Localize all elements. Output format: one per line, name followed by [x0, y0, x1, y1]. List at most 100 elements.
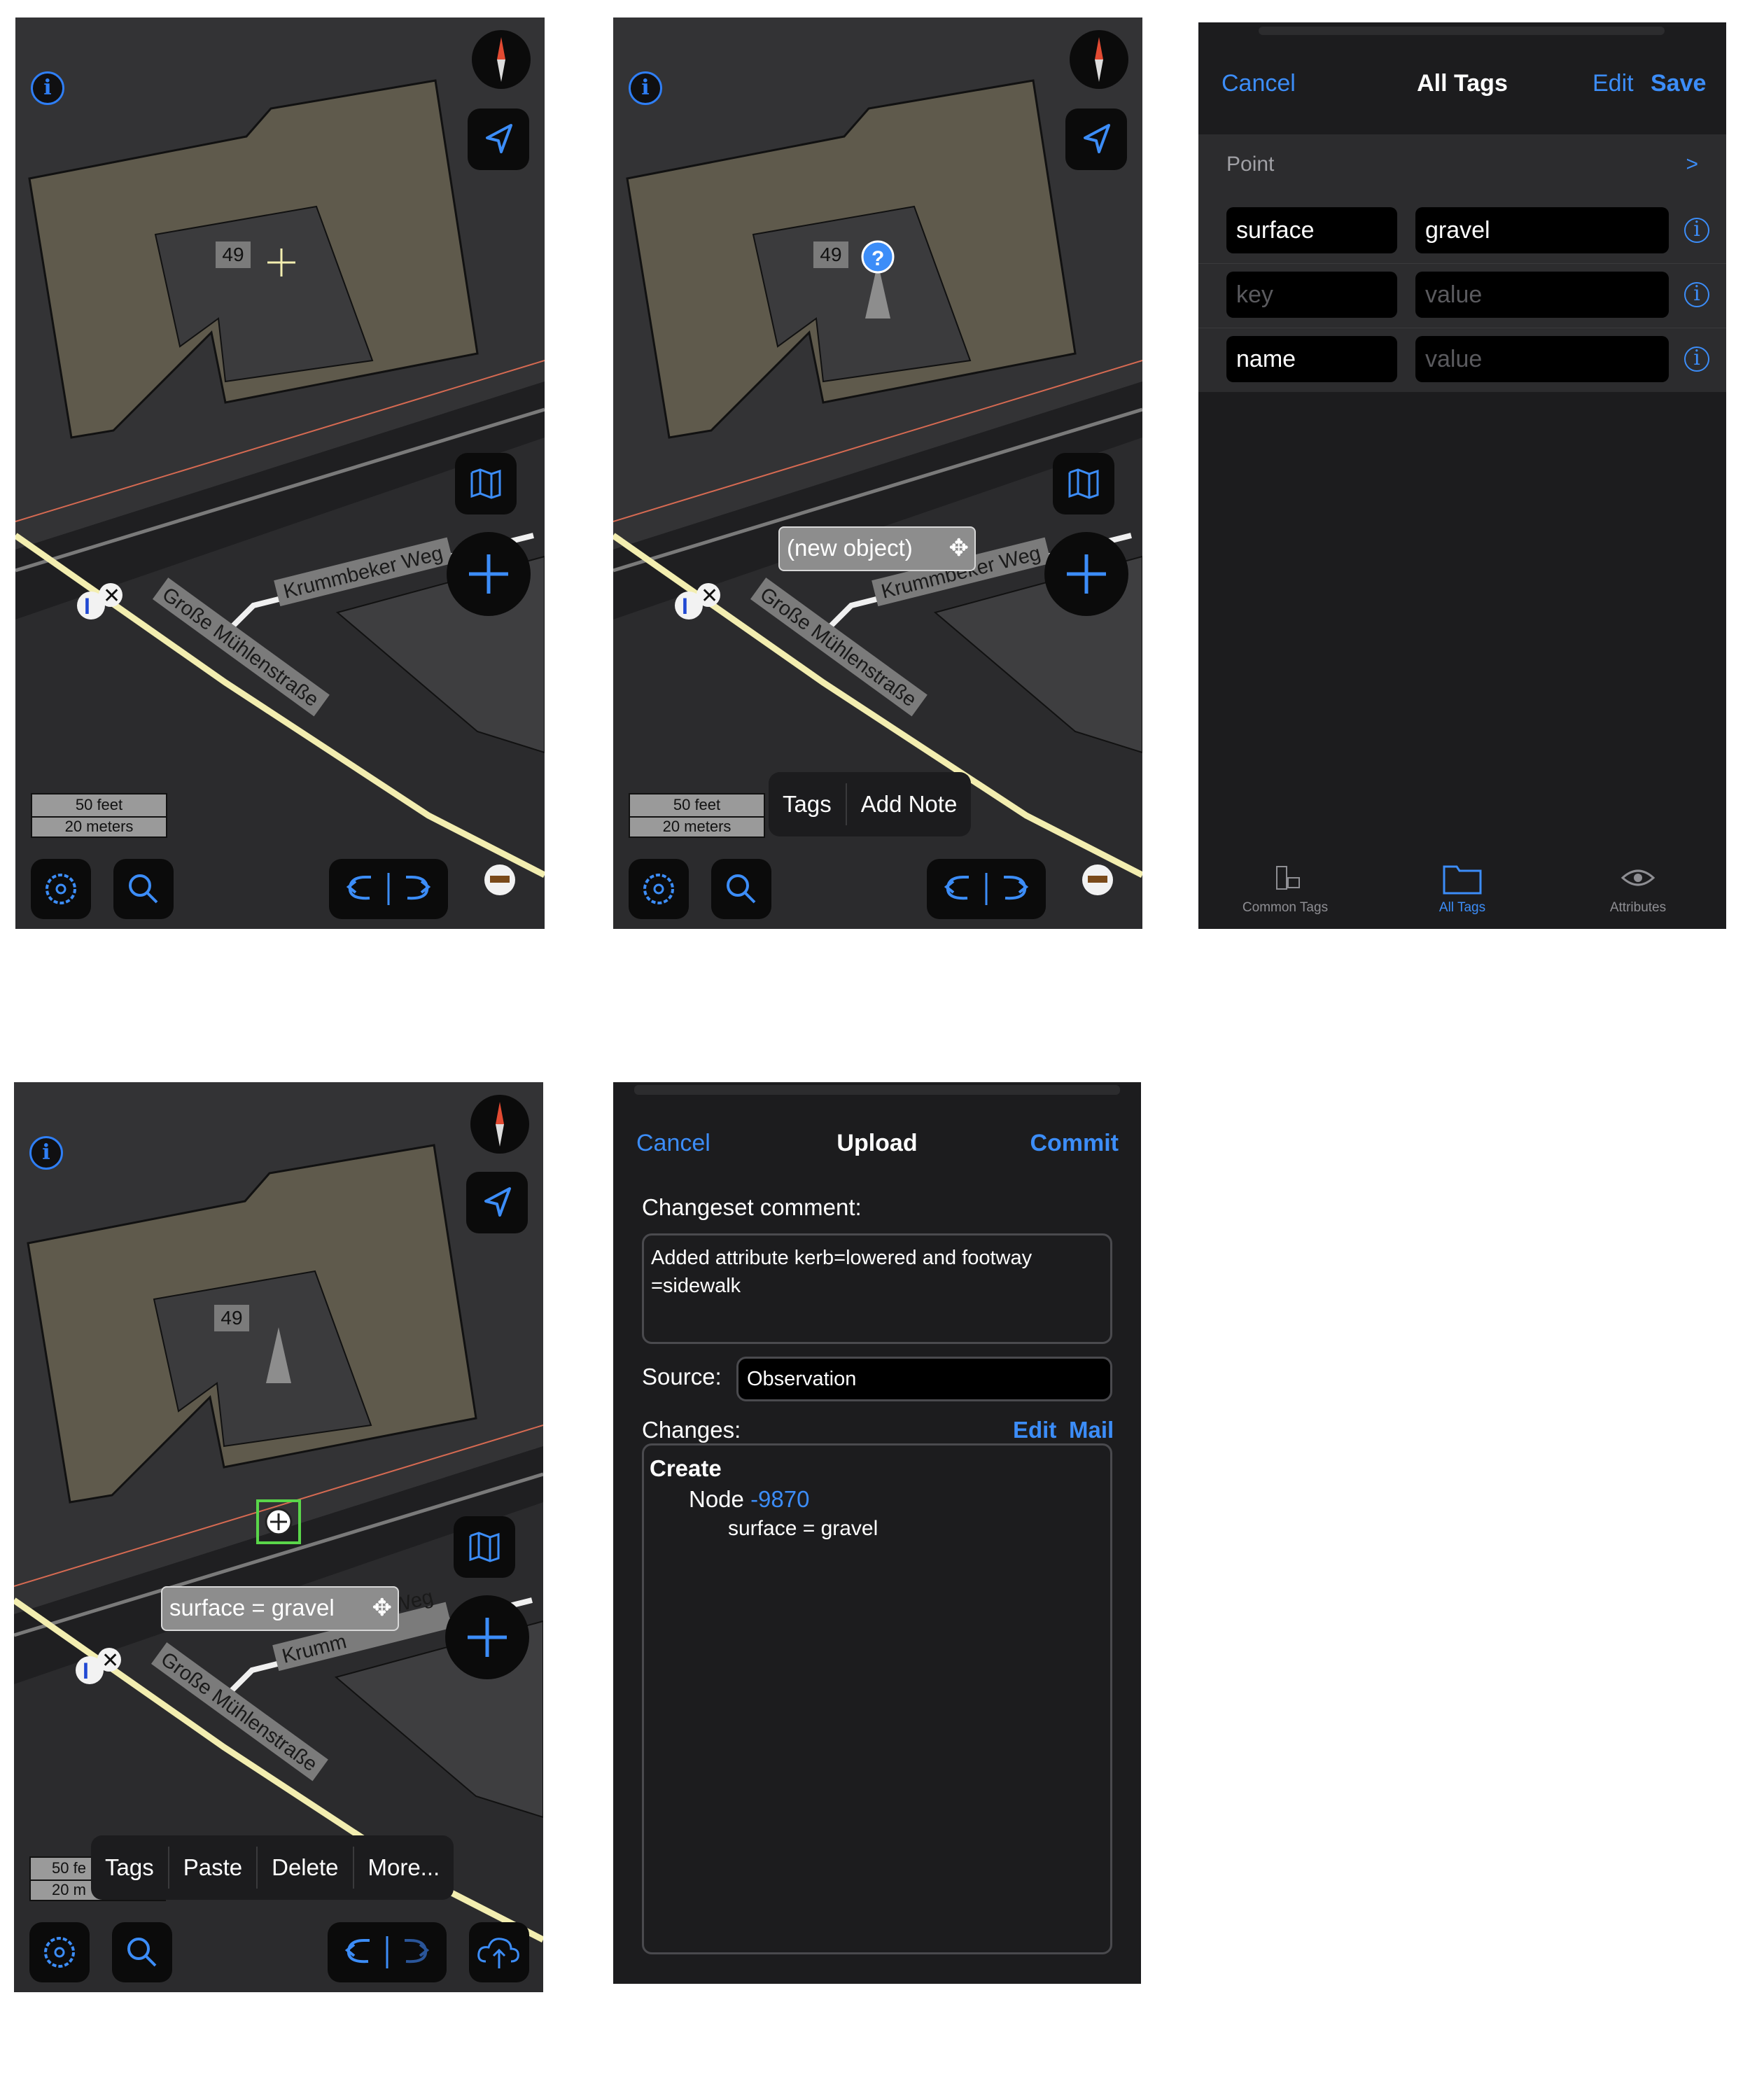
- map-layers-button[interactable]: [454, 1516, 515, 1578]
- context-menu: Tags Paste Delete More...: [91, 1835, 454, 1900]
- search-button[interactable]: [113, 859, 174, 919]
- map-layers-button[interactable]: [1053, 453, 1114, 514]
- locate-button[interactable]: [466, 1172, 528, 1233]
- compass-button[interactable]: [1070, 30, 1128, 89]
- tag-value-field[interactable]: gravel: [1415, 207, 1669, 253]
- undo-redo-control[interactable]: [927, 859, 1046, 919]
- svg-text:I: I: [682, 594, 688, 619]
- map-layers-button[interactable]: [455, 453, 517, 514]
- sheet-grabber: [1259, 27, 1665, 35]
- add-button[interactable]: [445, 1595, 529, 1679]
- tab-attributes[interactable]: Attributes: [1568, 860, 1708, 916]
- tab-all-tags[interactable]: All Tags: [1392, 860, 1532, 916]
- settings-button[interactable]: [29, 1922, 90, 1982]
- page-title: All Tags: [1417, 70, 1508, 97]
- map-screen-1[interactable]: Krummbeker Weg Große Mühlenstraße I ✕ 49…: [15, 18, 545, 929]
- tag-key-field[interactable]: name: [1226, 336, 1397, 382]
- compass-button[interactable]: [472, 30, 531, 89]
- object-label[interactable]: surface = gravel ✥: [161, 1586, 399, 1631]
- search-icon: [127, 1938, 157, 1967]
- object-label-text: (new object): [787, 535, 913, 561]
- menu-item-paste[interactable]: Paste: [169, 1847, 258, 1889]
- undo-icon: [944, 876, 969, 900]
- cloud-upload-icon: [477, 1938, 519, 1968]
- tag-value-field[interactable]: value: [1415, 272, 1669, 318]
- move-icon[interactable]: ✥: [949, 528, 969, 568]
- all-tags-screen: Cancel All Tags Edit Save Point > surfac…: [1198, 22, 1726, 929]
- search-icon: [727, 874, 756, 904]
- new-object-label[interactable]: (new object) ✥: [778, 526, 976, 571]
- map-icon: [470, 468, 501, 499]
- plus-icon: [1067, 554, 1106, 594]
- changes-edit-button[interactable]: Edit: [1013, 1417, 1056, 1443]
- edit-button[interactable]: Edit: [1592, 70, 1634, 97]
- tag-info-icon[interactable]: i: [1684, 218, 1709, 243]
- gear-icon: [643, 874, 674, 904]
- svg-text:I: I: [83, 1658, 89, 1684]
- changes-mail-button[interactable]: Mail: [1069, 1417, 1114, 1443]
- tag-info-icon[interactable]: i: [1684, 346, 1709, 372]
- type-row[interactable]: Point >: [1198, 134, 1726, 199]
- move-icon[interactable]: ✥: [372, 1588, 393, 1628]
- redo-icon: [405, 1939, 430, 1963]
- search-button[interactable]: [711, 859, 771, 919]
- changeset-comment-label: Changeset comment:: [642, 1194, 862, 1220]
- undo-icon: [346, 876, 371, 900]
- locate-button[interactable]: [1065, 108, 1127, 170]
- source-label: Source:: [642, 1364, 722, 1390]
- undo-icon: [344, 1939, 370, 1963]
- locate-button[interactable]: [468, 108, 529, 170]
- info-button[interactable]: i: [29, 1136, 63, 1170]
- save-button[interactable]: Save: [1651, 70, 1706, 97]
- commit-button[interactable]: Commit: [1030, 1130, 1119, 1157]
- changeset-comment-field[interactable]: Added attribute kerb=lowered and footway…: [642, 1233, 1112, 1344]
- compass-button[interactable]: [470, 1095, 529, 1154]
- change-tag-row: surface = gravel: [728, 1517, 878, 1540]
- folder-icon: [1443, 865, 1482, 895]
- info-button[interactable]: i: [31, 71, 64, 105]
- upload-button[interactable]: [469, 1922, 529, 1982]
- menu-item-delete[interactable]: Delete: [258, 1847, 354, 1889]
- node-label: Node: [689, 1486, 744, 1512]
- menu-item-add-note[interactable]: Add Note: [847, 783, 972, 825]
- undo-redo-control[interactable]: [329, 859, 448, 919]
- info-button[interactable]: i: [629, 71, 662, 105]
- type-label: Point: [1226, 153, 1275, 176]
- plus-icon: [469, 554, 508, 594]
- tag-key-field[interactable]: surface: [1226, 207, 1397, 253]
- tag-key-field[interactable]: key: [1226, 272, 1397, 318]
- map-screen-4[interactable]: Große Mühlenstraße Krumm Weg I ✕ 49 surf…: [14, 1082, 543, 1992]
- tag-row: surface gravel i: [1198, 199, 1726, 264]
- map-icon: [469, 1532, 500, 1562]
- tag-value-field[interactable]: value: [1415, 336, 1669, 382]
- building-number-label: 49: [214, 1305, 249, 1331]
- search-icon: [129, 874, 158, 904]
- menu-item-tags[interactable]: Tags: [769, 783, 847, 825]
- changes-list[interactable]: Create Node -9870 surface = gravel: [642, 1443, 1112, 1954]
- building-number-label: 49: [216, 241, 251, 268]
- tab-common-tags[interactable]: Common Tags: [1215, 860, 1355, 916]
- add-button[interactable]: [1044, 532, 1128, 616]
- chevron-right-icon: >: [1686, 153, 1698, 176]
- gear-icon: [44, 1937, 75, 1968]
- object-label-text: surface = gravel: [169, 1595, 335, 1620]
- search-button[interactable]: [112, 1922, 172, 1982]
- gear-icon: [46, 874, 76, 904]
- tag-info-icon[interactable]: i: [1684, 282, 1709, 307]
- node-id-link[interactable]: -9870: [750, 1486, 809, 1512]
- menu-item-more[interactable]: More...: [354, 1847, 454, 1889]
- settings-button[interactable]: [629, 859, 689, 919]
- sheet-grabber: [634, 1085, 1120, 1095]
- map-screen-2[interactable]: Große Mühlenstraße Krummbeker Weg I ✕ ? …: [613, 18, 1142, 929]
- undo-redo-control[interactable]: [328, 1922, 447, 1982]
- add-button[interactable]: [447, 532, 531, 616]
- redo-icon: [1004, 876, 1029, 900]
- settings-button[interactable]: [31, 859, 91, 919]
- compass-icon: [1095, 37, 1103, 82]
- change-node-row[interactable]: Node -9870: [689, 1486, 809, 1513]
- drink-icon: [1276, 866, 1300, 890]
- context-menu: Tags Add Note: [769, 772, 972, 836]
- source-field[interactable]: Observation: [736, 1357, 1112, 1401]
- scale-bar: 50 feet 20 meters: [31, 793, 167, 838]
- menu-item-tags[interactable]: Tags: [91, 1847, 169, 1889]
